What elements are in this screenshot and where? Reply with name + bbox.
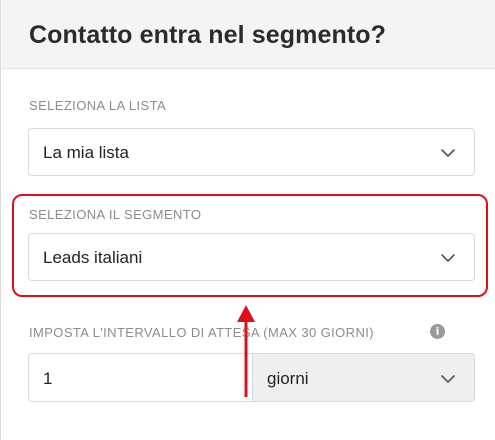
interval-unit-value: giorni — [267, 369, 309, 388]
list-select-value: La mia lista — [43, 143, 129, 162]
interval-input[interactable]: 1 — [28, 353, 252, 402]
segment-highlight-box — [12, 194, 488, 297]
list-select[interactable]: La mia lista — [28, 128, 475, 176]
list-label: SELEZIONA LA LISTA — [29, 98, 167, 113]
interval-unit-select[interactable]: giorni — [252, 353, 475, 402]
interval-label: IMPOSTA L'INTERVALLO DI ATTESA (MAX 30 G… — [29, 325, 374, 340]
chevron-down-icon — [441, 149, 455, 157]
info-icon[interactable]: i — [430, 324, 445, 339]
panel-header: Contatto entra nel segmento? — [2, 0, 495, 69]
chevron-down-icon — [441, 375, 455, 383]
modal-panel: Contatto entra nel segmento? SELEZIONA L… — [0, 0, 495, 440]
page-title: Contatto entra nel segmento? — [29, 21, 386, 49]
interval-input-value: 1 — [43, 369, 53, 388]
